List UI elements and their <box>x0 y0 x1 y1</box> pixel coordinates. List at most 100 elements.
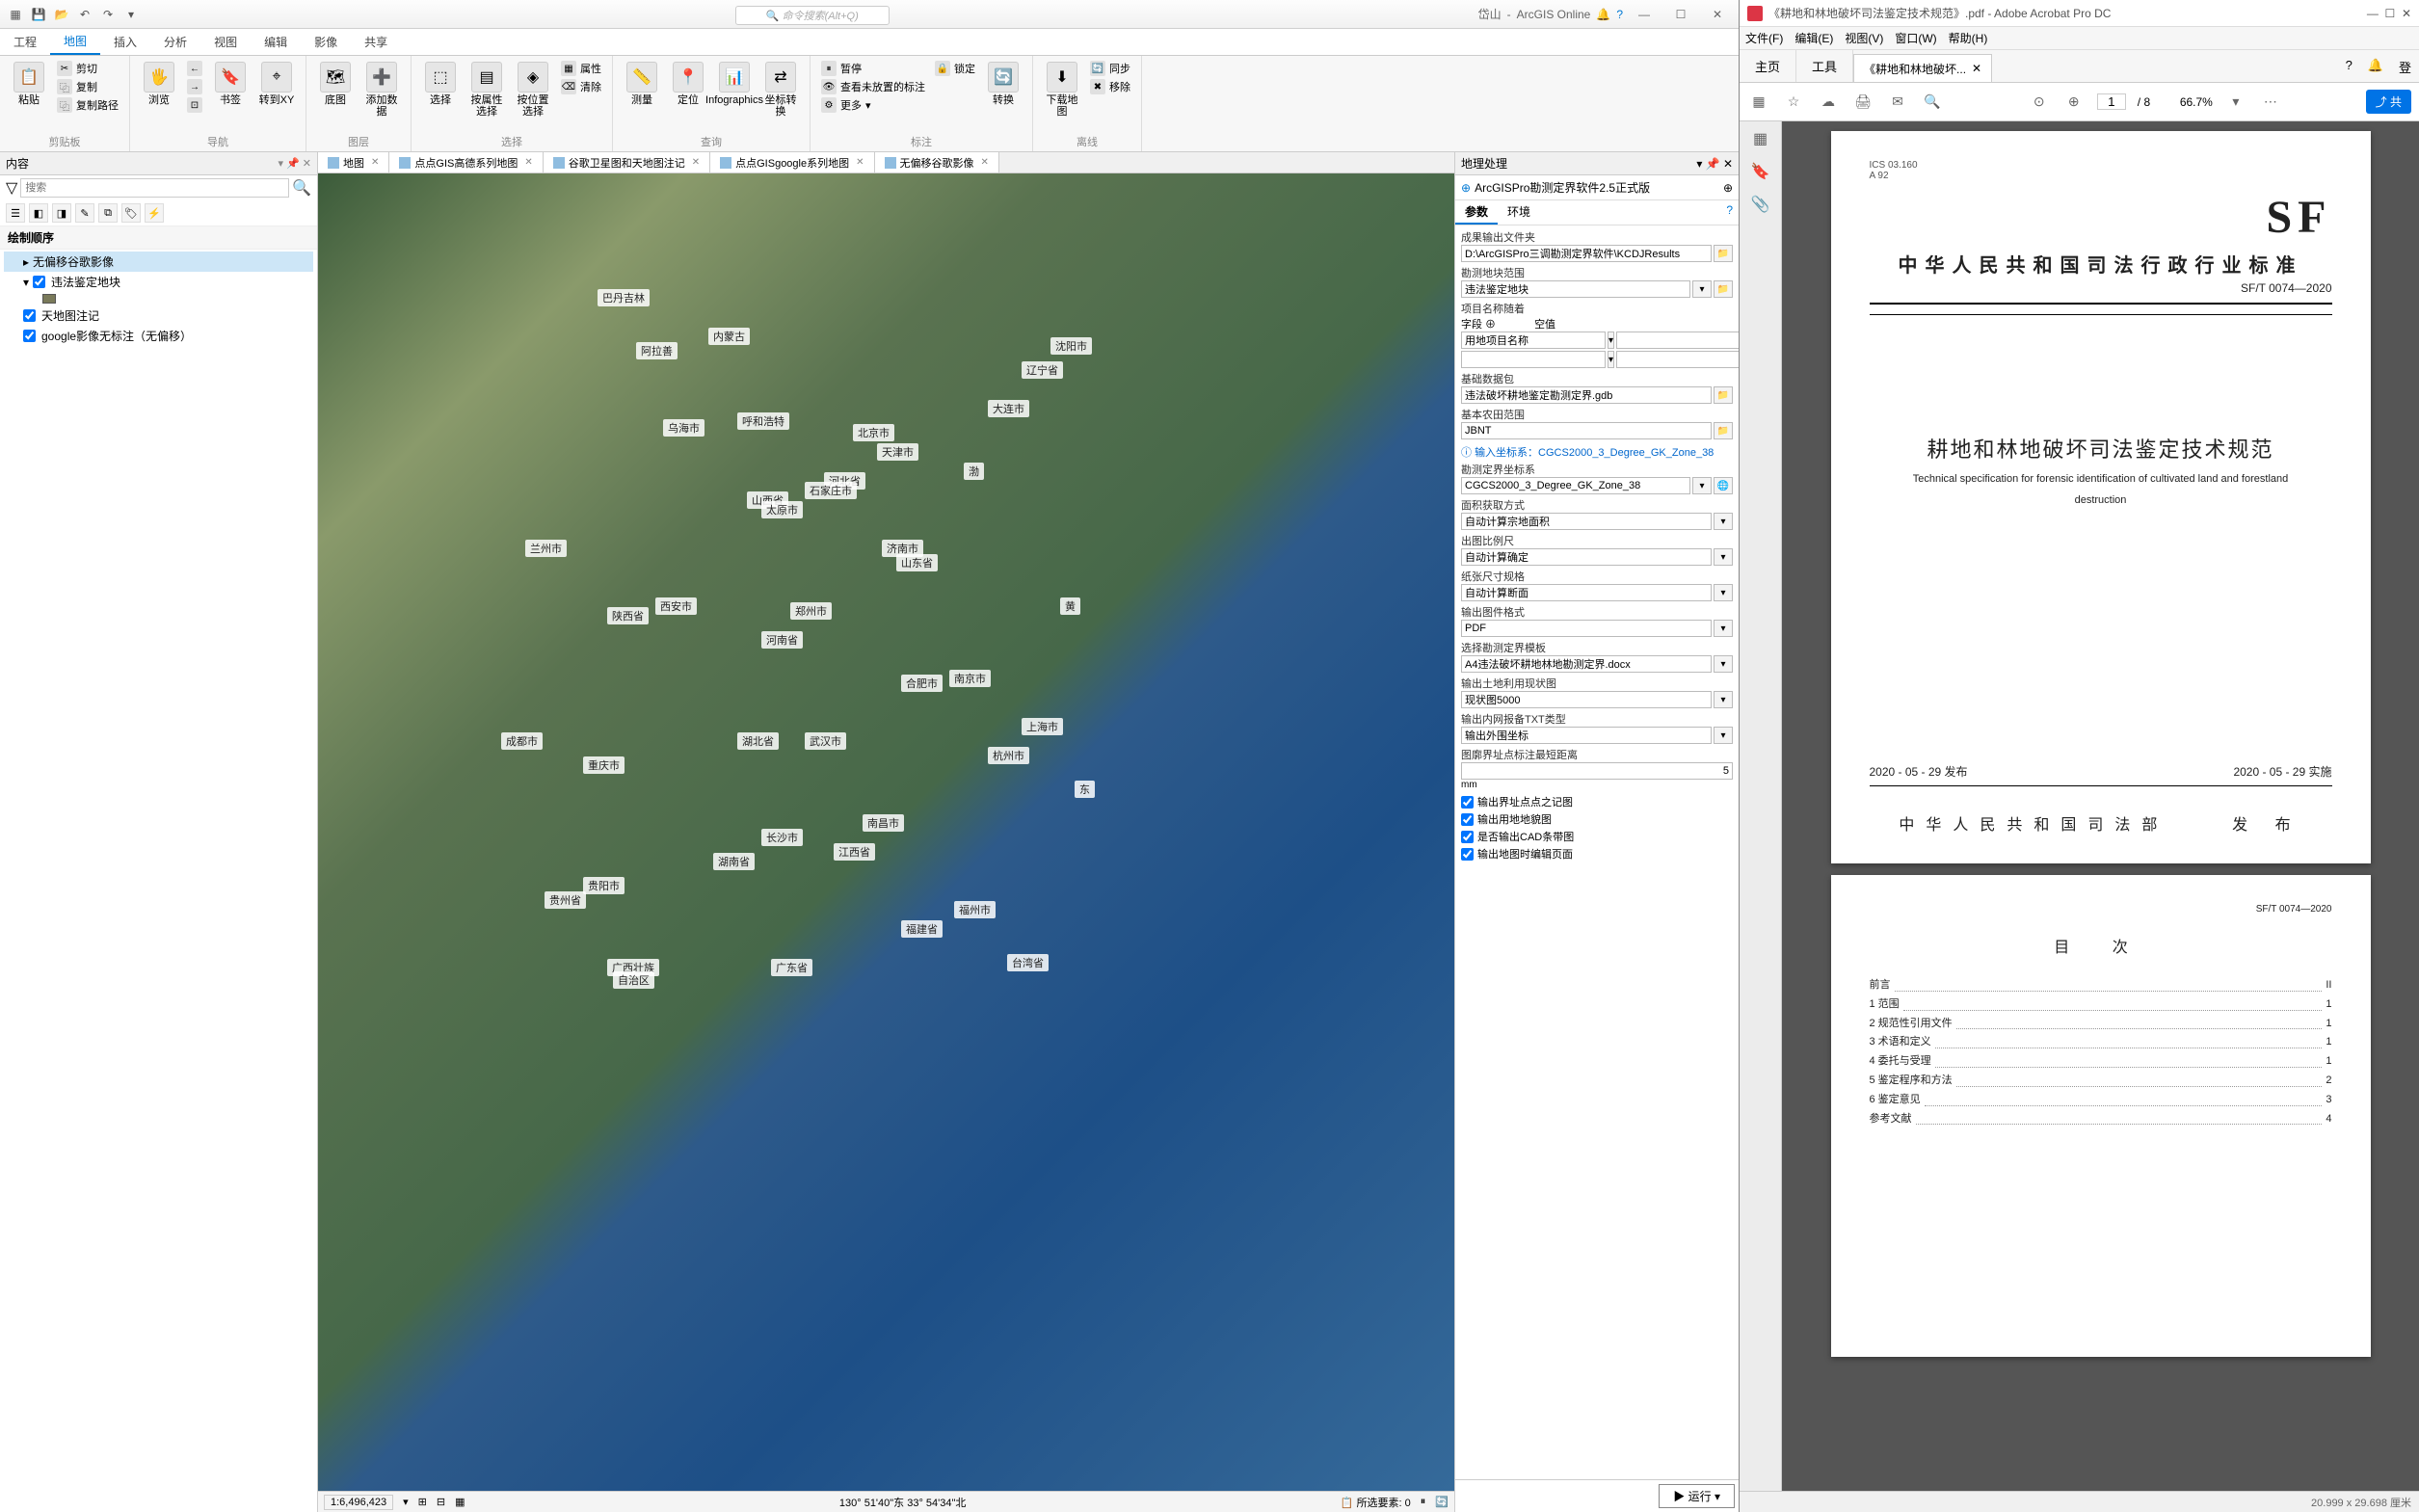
toc-layer-2[interactable]: 天地图注记 <box>4 305 313 326</box>
gp-outcs-input[interactable] <box>1461 477 1690 494</box>
portal-name[interactable]: ArcGIS Online <box>1517 8 1591 21</box>
maximize-button[interactable]: ☐ <box>2385 7 2396 20</box>
prev-page-icon[interactable]: ⊙ <box>2028 91 2051 114</box>
ribbon-tab-2[interactable]: 插入 <box>100 29 150 55</box>
clear-selection-button[interactable]: ⌫清除 <box>558 78 604 95</box>
dropdown-icon[interactable]: ▾ <box>1714 548 1733 566</box>
browse-icon[interactable]: 📁 <box>1714 280 1733 298</box>
search-clear-icon[interactable]: 🔍 <box>292 178 311 198</box>
toc-layer-0[interactable]: ▸ 无偏移谷歌影像 <box>4 252 313 272</box>
dropdown-icon[interactable]: ▾ <box>1714 513 1733 530</box>
open-icon[interactable]: 📂 <box>52 5 71 24</box>
page-number-input[interactable] <box>2097 93 2126 110</box>
toc-layer-3[interactable]: google影像无标注（无偏移） <box>4 326 313 346</box>
list-by-selection-icon[interactable]: ◨ <box>52 203 71 223</box>
gp-tab-params[interactable]: 参数 <box>1455 200 1498 225</box>
save-icon[interactable]: 💾 <box>29 5 48 24</box>
menu-item[interactable]: 文件(F) <box>1745 30 1783 46</box>
dropdown-icon[interactable]: ▾ <box>1714 584 1733 601</box>
menu-item[interactable]: 帮助(H) <box>1949 30 1988 46</box>
ribbon-tab-3[interactable]: 分析 <box>150 29 200 55</box>
select-by-loc-button[interactable]: ◈按位置选择 <box>512 60 554 119</box>
close-icon[interactable]: ✕ <box>524 157 532 168</box>
filter-icon[interactable]: ▽ <box>6 178 17 198</box>
status-btn-2[interactable]: ⊟ <box>437 1496 445 1508</box>
globe-icon[interactable]: 🌐 <box>1714 477 1733 494</box>
map-tab-3[interactable]: 点点GISgoogle系列地图✕ <box>710 152 874 172</box>
list-by-perf-icon[interactable]: ⚡ <box>145 203 164 223</box>
more-icon[interactable]: ⋯ <box>2259 91 2282 114</box>
gp-basegdb-input[interactable] <box>1461 386 1712 404</box>
dropdown-icon[interactable]: ▾ <box>1608 351 1614 368</box>
sync-button[interactable]: 🔄同步 <box>1087 60 1133 77</box>
close-tab-icon[interactable]: ✕ <box>1972 62 1981 75</box>
maximize-button[interactable]: ☐ <box>1665 5 1696 24</box>
attachments-icon[interactable]: 📎 <box>1749 193 1772 216</box>
gp-txttype-input[interactable] <box>1461 727 1712 744</box>
infographics-button[interactable]: 📊Infographics <box>713 60 756 108</box>
view-unplaced-button[interactable]: 👁查看未放置的标注 <box>818 78 928 95</box>
gp-help-icon[interactable]: ? <box>1720 200 1739 225</box>
gp-farmrange-input[interactable] <box>1461 422 1712 439</box>
explore-button[interactable]: 🖐浏览 <box>138 60 180 108</box>
copy-path-button[interactable]: ⿻复制路径 <box>54 96 121 114</box>
gp-outfmt-input[interactable] <box>1461 620 1712 637</box>
ribbon-tab-0[interactable]: 工程 <box>0 29 50 55</box>
pin-icon[interactable]: ▾ 📌 ✕ <box>278 157 311 170</box>
close-icon[interactable]: ✕ <box>981 157 989 168</box>
ribbon-tab-4[interactable]: 视图 <box>200 29 251 55</box>
mail-icon[interactable]: ✉ <box>1886 91 1909 114</box>
gp-cb1[interactable] <box>1461 796 1474 809</box>
gp-dropdown-icon[interactable]: ▾ 📌 ✕ <box>1696 157 1733 171</box>
minimize-button[interactable]: — <box>1629 5 1660 24</box>
scale-dropdown-icon[interactable]: ▾ <box>403 1496 409 1508</box>
list-by-labeling-icon[interactable]: 🏷 <box>121 203 141 223</box>
search-icon[interactable]: 🔍 <box>1921 91 1944 114</box>
close-icon[interactable]: ✕ <box>371 157 379 168</box>
list-by-editing-icon[interactable]: ✎ <box>75 203 94 223</box>
gp-output-folder-input[interactable] <box>1461 245 1712 262</box>
map-tab-4[interactable]: 无偏移谷歌影像✕ <box>875 152 999 172</box>
map-view[interactable]: 巴丹吉林阿拉善内蒙古北京市天津市河北省石家庄市山西省太原市济南市山东省兰州市西安… <box>318 173 1454 1491</box>
toc-layer-1[interactable]: ▾ 违法鉴定地块 <box>4 272 313 292</box>
help-icon[interactable]: ? <box>1616 8 1623 21</box>
bookmarks-icon[interactable]: 🔖 <box>1749 160 1772 183</box>
more-label-options[interactable]: ⚙更多 ▾ <box>818 96 928 114</box>
gp-scale-input[interactable] <box>1461 548 1712 566</box>
menu-item[interactable]: 窗口(W) <box>1895 30 1936 46</box>
nav-fwd-icon[interactable]: → <box>184 78 205 95</box>
status-btn-1[interactable]: ⊞ <box>418 1496 427 1508</box>
gp-cb3[interactable] <box>1461 831 1474 843</box>
sidebar-toggle-icon[interactable]: ▦ <box>1747 91 1770 114</box>
gp-landuse-input[interactable] <box>1461 691 1712 708</box>
convert-labels-button[interactable]: 🔄转换 <box>982 60 1024 108</box>
locate-button[interactable]: 📍定位 <box>667 60 709 108</box>
nav-back-icon[interactable]: ← <box>184 60 205 77</box>
gp-blank-input[interactable] <box>1616 332 1739 349</box>
list-by-snapping-icon[interactable]: ⧉ <box>98 203 118 223</box>
print-icon[interactable]: 🖨 <box>1851 91 1874 114</box>
lock-labels-button[interactable]: 🔒锁定 <box>932 60 978 77</box>
copy-button[interactable]: ⿻复制 <box>54 78 121 95</box>
signin-icon[interactable]: 登 <box>2391 50 2419 82</box>
gp-tab-env[interactable]: 环境 <box>1498 200 1540 225</box>
map-tab-2[interactable]: 谷歌卫星图和天地图注记✕ <box>544 152 710 172</box>
dropdown-icon[interactable]: ▾ <box>1714 691 1733 708</box>
cloud-icon[interactable]: ☁ <box>1817 91 1840 114</box>
cut-button[interactable]: ✂剪切 <box>54 60 121 77</box>
next-page-icon[interactable]: ⊕ <box>2062 91 2086 114</box>
dropdown-icon[interactable]: ▾ <box>1692 280 1712 298</box>
qat-more-icon[interactable]: ▾ <box>121 5 141 24</box>
gp-cb2[interactable] <box>1461 813 1474 826</box>
dropdown-icon[interactable]: ▾ <box>1714 727 1733 744</box>
goto-xy-button[interactable]: ⌖转到XY <box>255 60 298 108</box>
add-data-button[interactable]: ➕添加数据 <box>360 60 403 119</box>
tab-home[interactable]: 主页 <box>1740 50 1796 82</box>
list-by-drawing-icon[interactable]: ☰ <box>6 203 25 223</box>
dropdown-icon[interactable]: ▾ <box>1714 620 1733 637</box>
full-extent-icon[interactable]: ⊡ <box>184 96 205 114</box>
notifications-icon[interactable]: 🔔 <box>1596 8 1610 21</box>
layer-visible-checkbox[interactable] <box>33 276 45 288</box>
select-button[interactable]: ⬚选择 <box>419 60 462 108</box>
tab-document[interactable]: 《耕地和林地破坏...✕ <box>1853 54 1992 82</box>
